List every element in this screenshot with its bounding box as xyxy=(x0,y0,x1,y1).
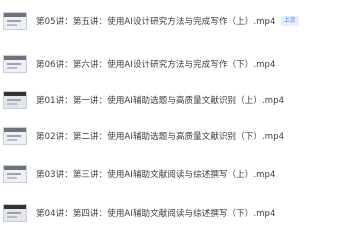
last-viewed-badge: 上次 xyxy=(280,16,299,26)
file-name: 第04讲：第四讲：使用AI辅助文献阅读与综述撰写（下）.mp4 xyxy=(36,209,276,219)
video-thumbnail-icon xyxy=(3,55,27,73)
file-name: 第05讲：第五讲：使用AI设计研究方法与完成写作（上）.mp4 xyxy=(36,17,276,27)
video-thumbnail-icon xyxy=(3,127,27,145)
file-name: 第01讲：第一讲：使用AI辅助选题与高质量文献识别（上）.mp4 xyxy=(36,96,285,106)
video-thumbnail-icon xyxy=(3,204,27,222)
file-name: 第03讲：第三讲：使用AI辅助文献阅读与综述撰写（上）.mp4 xyxy=(36,170,276,180)
file-row[interactable]: 第03讲：第三讲：使用AI辅助文献阅读与综述撰写（上）.mp4 xyxy=(0,159,350,189)
video-thumbnail-icon xyxy=(3,165,27,183)
file-list: 第05讲：第五讲：使用AI设计研究方法与完成写作（上）.mp4 上次 第06讲：… xyxy=(0,0,350,250)
file-row[interactable]: 第04讲：第四讲：使用AI辅助文献阅读与综述撰写（下）.mp4 xyxy=(0,198,350,228)
video-thumbnail-icon xyxy=(3,91,27,109)
file-row[interactable]: 第02讲：第二讲：使用AI辅助选题与高质量文献识别（下）.mp4 xyxy=(0,121,350,151)
video-thumbnail-icon xyxy=(3,12,27,30)
file-name: 第06讲：第六讲：使用AI设计研究方法与完成写作（下）.mp4 xyxy=(36,60,276,70)
file-row[interactable]: 第06讲：第六讲：使用AI设计研究方法与完成写作（下）.mp4 xyxy=(0,49,350,79)
file-row[interactable]: 第05讲：第五讲：使用AI设计研究方法与完成写作（上）.mp4 上次 xyxy=(0,6,350,36)
file-row[interactable]: 第01讲：第一讲：使用AI辅助选题与高质量文献识别（上）.mp4 xyxy=(0,85,350,115)
file-name: 第02讲：第二讲：使用AI辅助选题与高质量文献识别（下）.mp4 xyxy=(36,132,285,142)
